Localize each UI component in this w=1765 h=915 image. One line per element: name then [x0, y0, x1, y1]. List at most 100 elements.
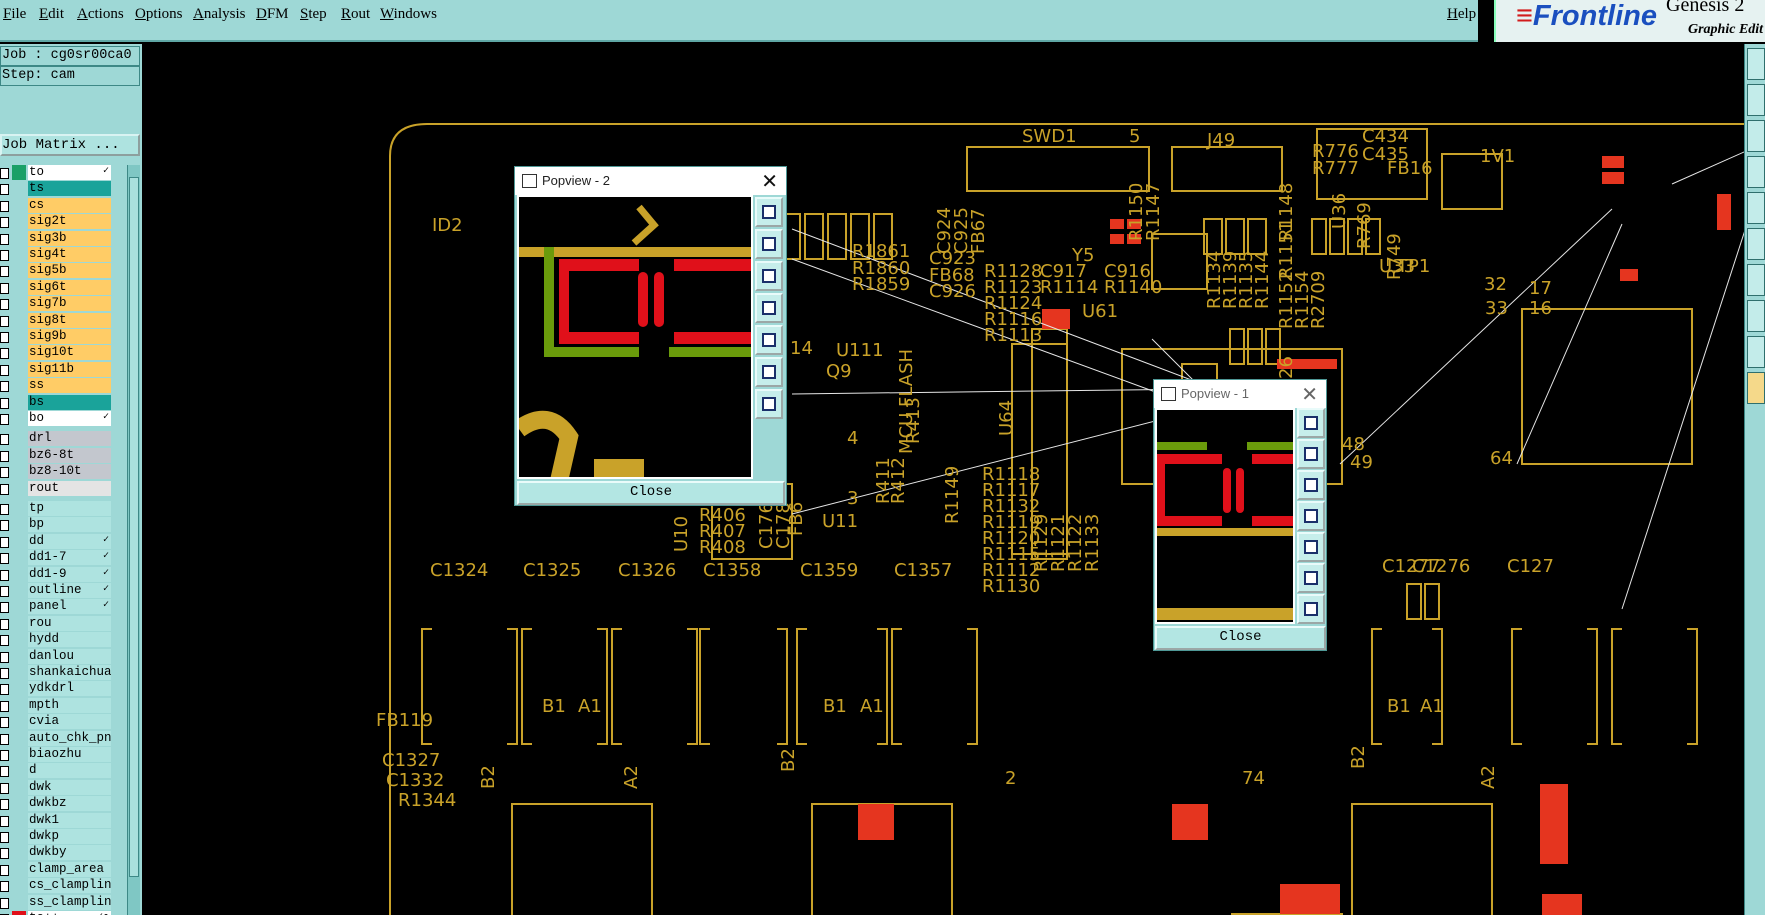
tool-button[interactable] — [1747, 336, 1765, 368]
layer-row-sig9b[interactable]: sig9b — [0, 329, 127, 345]
layer-row-sig8t[interactable]: sig8t — [0, 312, 127, 329]
popview-tool-pan-down[interactable] — [755, 261, 783, 291]
layer-name[interactable]: dd ✓ — [28, 533, 111, 549]
layer-row-rou[interactable]: rou — [0, 615, 127, 632]
layer-color-swatch[interactable] — [12, 616, 26, 631]
tool-button[interactable] — [1747, 264, 1765, 296]
tool-button[interactable] — [1747, 228, 1765, 260]
layer-color-swatch[interactable] — [12, 247, 26, 262]
layer-color-swatch[interactable] — [12, 583, 26, 598]
layer-visibility-checkbox[interactable] — [0, 668, 9, 679]
layer-name[interactable]: bz6-8t — [28, 447, 111, 463]
layer-visibility-checkbox[interactable] — [0, 848, 9, 860]
layer-name[interactable]: sig6t — [28, 279, 111, 295]
layer-row-to++[interactable]: to++✓● — [0, 911, 127, 915]
layer-visibility-checkbox[interactable] — [0, 414, 9, 425]
layer-color-swatch[interactable] — [12, 165, 26, 180]
layer-visibility-checkbox[interactable] — [0, 348, 9, 360]
layer-color-swatch[interactable] — [12, 296, 26, 311]
popview-tool-pan-left[interactable] — [755, 293, 783, 323]
layer-row-outline[interactable]: outline ✓ — [0, 583, 127, 599]
layer-row-bz8-10t[interactable]: bz8-10t — [0, 464, 127, 480]
layer-color-swatch[interactable] — [12, 780, 26, 795]
layer-visibility-checkbox[interactable] — [0, 381, 9, 393]
popview-tool-zoom-in[interactable] — [1297, 563, 1325, 593]
layer-color-swatch[interactable] — [12, 181, 26, 196]
layer-row-dwkbz[interactable]: dwkbz — [0, 796, 127, 812]
layer-visibility-checkbox[interactable] — [0, 864, 9, 876]
layer-name[interactable]: bz8-10t — [28, 464, 111, 480]
popview-tool-zoom-in[interactable] — [755, 357, 783, 387]
layer-row-bs[interactable]: bs — [0, 394, 127, 411]
layer-color-swatch[interactable] — [12, 763, 26, 778]
menu-edit[interactable]: Edit — [39, 6, 64, 23]
layer-row-ss[interactable]: ss — [0, 378, 127, 394]
layer-list-scrollbar[interactable] — [127, 165, 140, 915]
layer-name[interactable]: rout — [28, 480, 111, 496]
layer-name[interactable]: to++✓● — [28, 911, 111, 915]
layer-color-swatch[interactable] — [12, 698, 26, 713]
popview-1-titlebar[interactable]: Popview - 1 ✕ — [1154, 380, 1326, 408]
layer-row-dwkby[interactable]: dwkby — [0, 845, 127, 861]
layer-row-ts[interactable]: ts — [0, 181, 127, 197]
layer-name[interactable]: ss_clampline — [28, 894, 111, 910]
layer-color-swatch[interactable] — [12, 313, 26, 328]
tool-button[interactable] — [1747, 120, 1765, 152]
layer-visibility-checkbox[interactable] — [0, 332, 9, 343]
layer-visibility-checkbox[interactable] — [0, 315, 9, 327]
layer-visibility-checkbox[interactable] — [0, 200, 9, 212]
tool-button[interactable] — [1747, 156, 1765, 188]
layer-name[interactable]: d — [28, 763, 111, 779]
layer-visibility-checkbox[interactable] — [0, 450, 9, 462]
layer-color-swatch[interactable] — [12, 411, 26, 426]
layer-name[interactable]: cvia — [28, 714, 111, 730]
popview-2-view[interactable] — [517, 195, 753, 479]
layer-name[interactable]: sig3b — [28, 230, 111, 246]
layer-visibility-checkbox[interactable] — [0, 651, 9, 663]
layer-name[interactable]: ts — [28, 181, 111, 197]
menu-step[interactable]: Step — [300, 6, 327, 23]
layer-row-clamp_area[interactable]: clamp_area — [0, 861, 127, 878]
layer-color-swatch[interactable] — [12, 813, 26, 828]
layer-row-biaozhu[interactable]: biaozhu — [0, 747, 127, 763]
layer-visibility-checkbox[interactable] — [0, 799, 9, 811]
popview-tool-zoom-out[interactable] — [1297, 594, 1325, 624]
layer-color-swatch[interactable] — [12, 345, 26, 360]
layer-color-swatch[interactable] — [12, 362, 26, 377]
layer-visibility-checkbox[interactable] — [0, 700, 9, 712]
layer-name[interactable]: ydkdrl — [28, 681, 111, 697]
tool-button[interactable] — [1747, 192, 1765, 224]
layer-name[interactable]: drl — [28, 431, 111, 447]
layer-row-d[interactable]: d — [0, 763, 127, 779]
layer-visibility-checkbox[interactable] — [0, 282, 9, 294]
popview-tool-pan-left[interactable] — [1297, 501, 1325, 531]
layer-color-swatch[interactable] — [12, 395, 26, 410]
layer-row-cvia[interactable]: cvia — [0, 714, 127, 730]
layer-name[interactable]: sig2t — [28, 214, 111, 230]
layer-row-sig11b[interactable]: sig11b — [0, 361, 127, 378]
tool-button-active[interactable] — [1747, 372, 1765, 404]
layer-name[interactable]: biaozhu — [28, 747, 111, 762]
layer-color-swatch[interactable] — [12, 263, 26, 278]
layer-color-swatch[interactable] — [12, 632, 26, 647]
popview-2-close-button[interactable]: Close — [517, 481, 785, 505]
layer-name[interactable]: sig5b — [28, 263, 111, 279]
layer-name[interactable]: outline ✓ — [28, 583, 111, 598]
layer-color-swatch[interactable] — [12, 911, 26, 915]
layer-visibility-checkbox[interactable] — [0, 766, 9, 778]
layer-name[interactable]: sig9b — [28, 329, 111, 344]
layer-row-drl[interactable]: drl — [0, 431, 127, 447]
layer-visibility-checkbox[interactable] — [0, 635, 9, 647]
layer-name[interactable]: ss — [28, 378, 111, 394]
layer-visibility-checkbox[interactable] — [0, 602, 9, 614]
layer-name[interactable]: bp — [28, 517, 111, 533]
layer-color-swatch[interactable] — [12, 862, 26, 877]
layer-color-swatch[interactable] — [12, 464, 26, 479]
layer-visibility-checkbox[interactable] — [0, 815, 9, 827]
layer-row-cs_clampline[interactable]: cs_clampline — [0, 878, 127, 894]
layer-name[interactable]: dwkp — [28, 829, 111, 844]
scrollbar-thumb[interactable] — [129, 177, 139, 877]
menu-analysis[interactable]: Analysis — [193, 6, 246, 23]
layer-visibility-checkbox[interactable] — [0, 483, 9, 495]
popview-tool-pan-right[interactable] — [1297, 532, 1325, 562]
